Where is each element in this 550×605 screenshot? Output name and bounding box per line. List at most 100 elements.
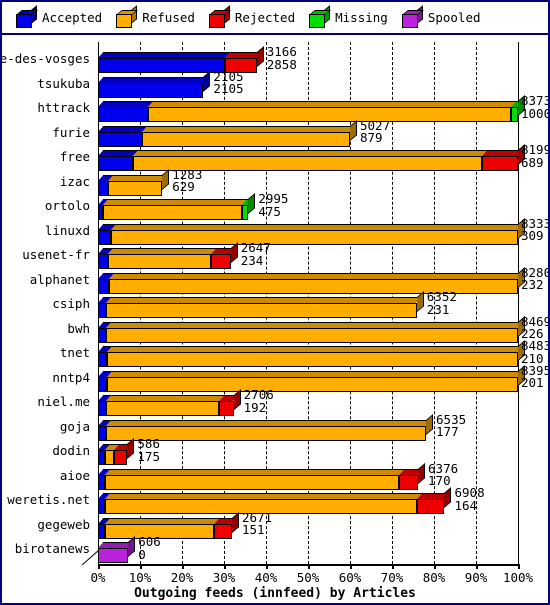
legend-label: Accepted [42, 10, 103, 25]
y-axis-label: bete-des-vosges [0, 51, 90, 66]
legend-label: Rejected [234, 10, 296, 25]
bar-secondary-value: 232 [521, 277, 544, 292]
bar-value-label: 586 175 [137, 437, 160, 464]
bar-segment-accepted [98, 174, 114, 196]
bar-segment-accepted [98, 101, 153, 122]
bar-segment-refused [104, 468, 405, 490]
bar-segment-rejected [113, 438, 135, 465]
bar-secondary-value: 309 [521, 228, 544, 243]
plot-right-border [518, 42, 519, 564]
cube-icon [116, 4, 139, 28]
x-tick-label: 50% [296, 570, 320, 585]
legend-item-refused: Refused [102, 2, 195, 33]
y-axis-label: furie [52, 124, 90, 140]
bar-segment-accepted [98, 297, 112, 318]
bar-segment-refused [108, 248, 217, 269]
x-tick-label: 60% [338, 570, 362, 585]
y-axis-label: goja [59, 418, 90, 434]
cube-icon [309, 4, 332, 28]
bar-row [98, 46, 518, 77]
y-axis-label: gegeweb [37, 516, 90, 532]
bar-segment-accepted [98, 370, 113, 392]
bar-secondary-value: 689 [521, 154, 544, 170]
x-tick-label: 90% [464, 570, 488, 585]
bar-row [98, 144, 525, 175]
bar-segment-refused [107, 168, 170, 196]
x-tick-mark [434, 564, 436, 569]
chart-legend: Accepted Refused Rejected Missing Spooled [2, 2, 548, 35]
bar-segment-rejected [417, 487, 452, 514]
bar-secondary-value: 879 [360, 130, 383, 145]
legend-label: Spooled [427, 10, 481, 25]
bar-segment-accepted [98, 223, 117, 245]
bar-segment-accepted [98, 419, 111, 441]
bar-secondary-value: 164 [454, 497, 478, 513]
bar-secondary-value: 192 [243, 399, 267, 415]
x-tick-mark [392, 564, 394, 569]
bar-segment-refused [106, 291, 424, 318]
bar-segment-accepted [98, 272, 114, 294]
bar-segment-rejected [219, 389, 241, 416]
bar-segment-refused [106, 315, 525, 343]
x-tick-label: 80% [422, 570, 446, 585]
bar-segment-accepted [98, 493, 111, 514]
bar-value-label: 2671 151 [242, 511, 272, 537]
x-tick-mark [266, 564, 268, 569]
chart-container: Accepted Refused Rejected Missing Spooled be… [0, 0, 550, 605]
bar-segment-accepted [98, 395, 112, 416]
legend-item-accepted: Accepted [2, 2, 102, 33]
bar-segment-accepted [98, 150, 139, 171]
y-axis-label: usenet-fr [22, 247, 90, 262]
bar-row [98, 242, 518, 273]
axis-origin-connector [82, 550, 100, 566]
y-axis-label: tsukuba [37, 75, 90, 91]
x-tick-label: 30% [212, 570, 236, 585]
bar-segment-accepted [98, 468, 111, 490]
bar-segment-missing [510, 95, 525, 122]
y-axis-label: izac [59, 173, 90, 189]
x-tick-mark [308, 564, 310, 569]
bar-value-label: 8280 232 [521, 266, 548, 292]
y-axis-label: ortolo [44, 198, 90, 213]
bar-segment-rejected [210, 242, 238, 269]
y-axis-label: alphanet [29, 271, 90, 287]
bar-secondary-value: 0 [138, 546, 146, 562]
bar-value-label: 2706 192 [243, 388, 274, 415]
x-tick-mark [182, 564, 184, 569]
bar-secondary-value: 175 [137, 448, 160, 464]
x-tick-label: 100% [502, 570, 534, 585]
y-axis-label: aioe [59, 467, 90, 483]
bar-segment-refused [106, 364, 525, 392]
bar-secondary-value: 170 [428, 473, 451, 488]
y-axis-label: birotanews [14, 541, 90, 556]
bar-segment-accepted [98, 248, 114, 269]
bar-row [98, 340, 525, 371]
bar-secondary-value: 629 [172, 179, 195, 194]
legend-label: Missing [335, 10, 388, 25]
bar-value-label: 2647 234 [241, 241, 271, 267]
cube-icon [208, 4, 231, 28]
bar-row [98, 315, 525, 347]
bar-value-label: 2105 2105 [213, 70, 244, 96]
x-tick-label: 10% [128, 570, 152, 585]
x-tick-label: 0% [90, 570, 106, 585]
y-axis-label: dodin [52, 443, 90, 458]
bar-segment-refused [103, 199, 248, 220]
x-tick-label: 40% [254, 570, 278, 585]
cube-icon [401, 4, 424, 28]
bar-segment-accepted [98, 70, 211, 98]
bar-secondary-value: 2105 [213, 81, 244, 96]
bar-row [98, 217, 525, 249]
legend-item-spooled: Spooled [388, 2, 481, 33]
bar-value-label: 2995 475 [258, 192, 288, 218]
y-axis-label: weretis.net [7, 492, 90, 507]
bar-segment-spooled [98, 536, 136, 563]
x-tick-label: 70% [380, 570, 404, 585]
bar-segment-accepted [98, 52, 231, 73]
cube-icon [16, 4, 38, 28]
y-axis-label: nntp4 [52, 369, 90, 385]
bar-segment-accepted [98, 125, 148, 147]
bar-value-label: 1283 629 [172, 168, 202, 194]
bar-row [98, 70, 518, 102]
x-tick-mark [224, 564, 226, 569]
